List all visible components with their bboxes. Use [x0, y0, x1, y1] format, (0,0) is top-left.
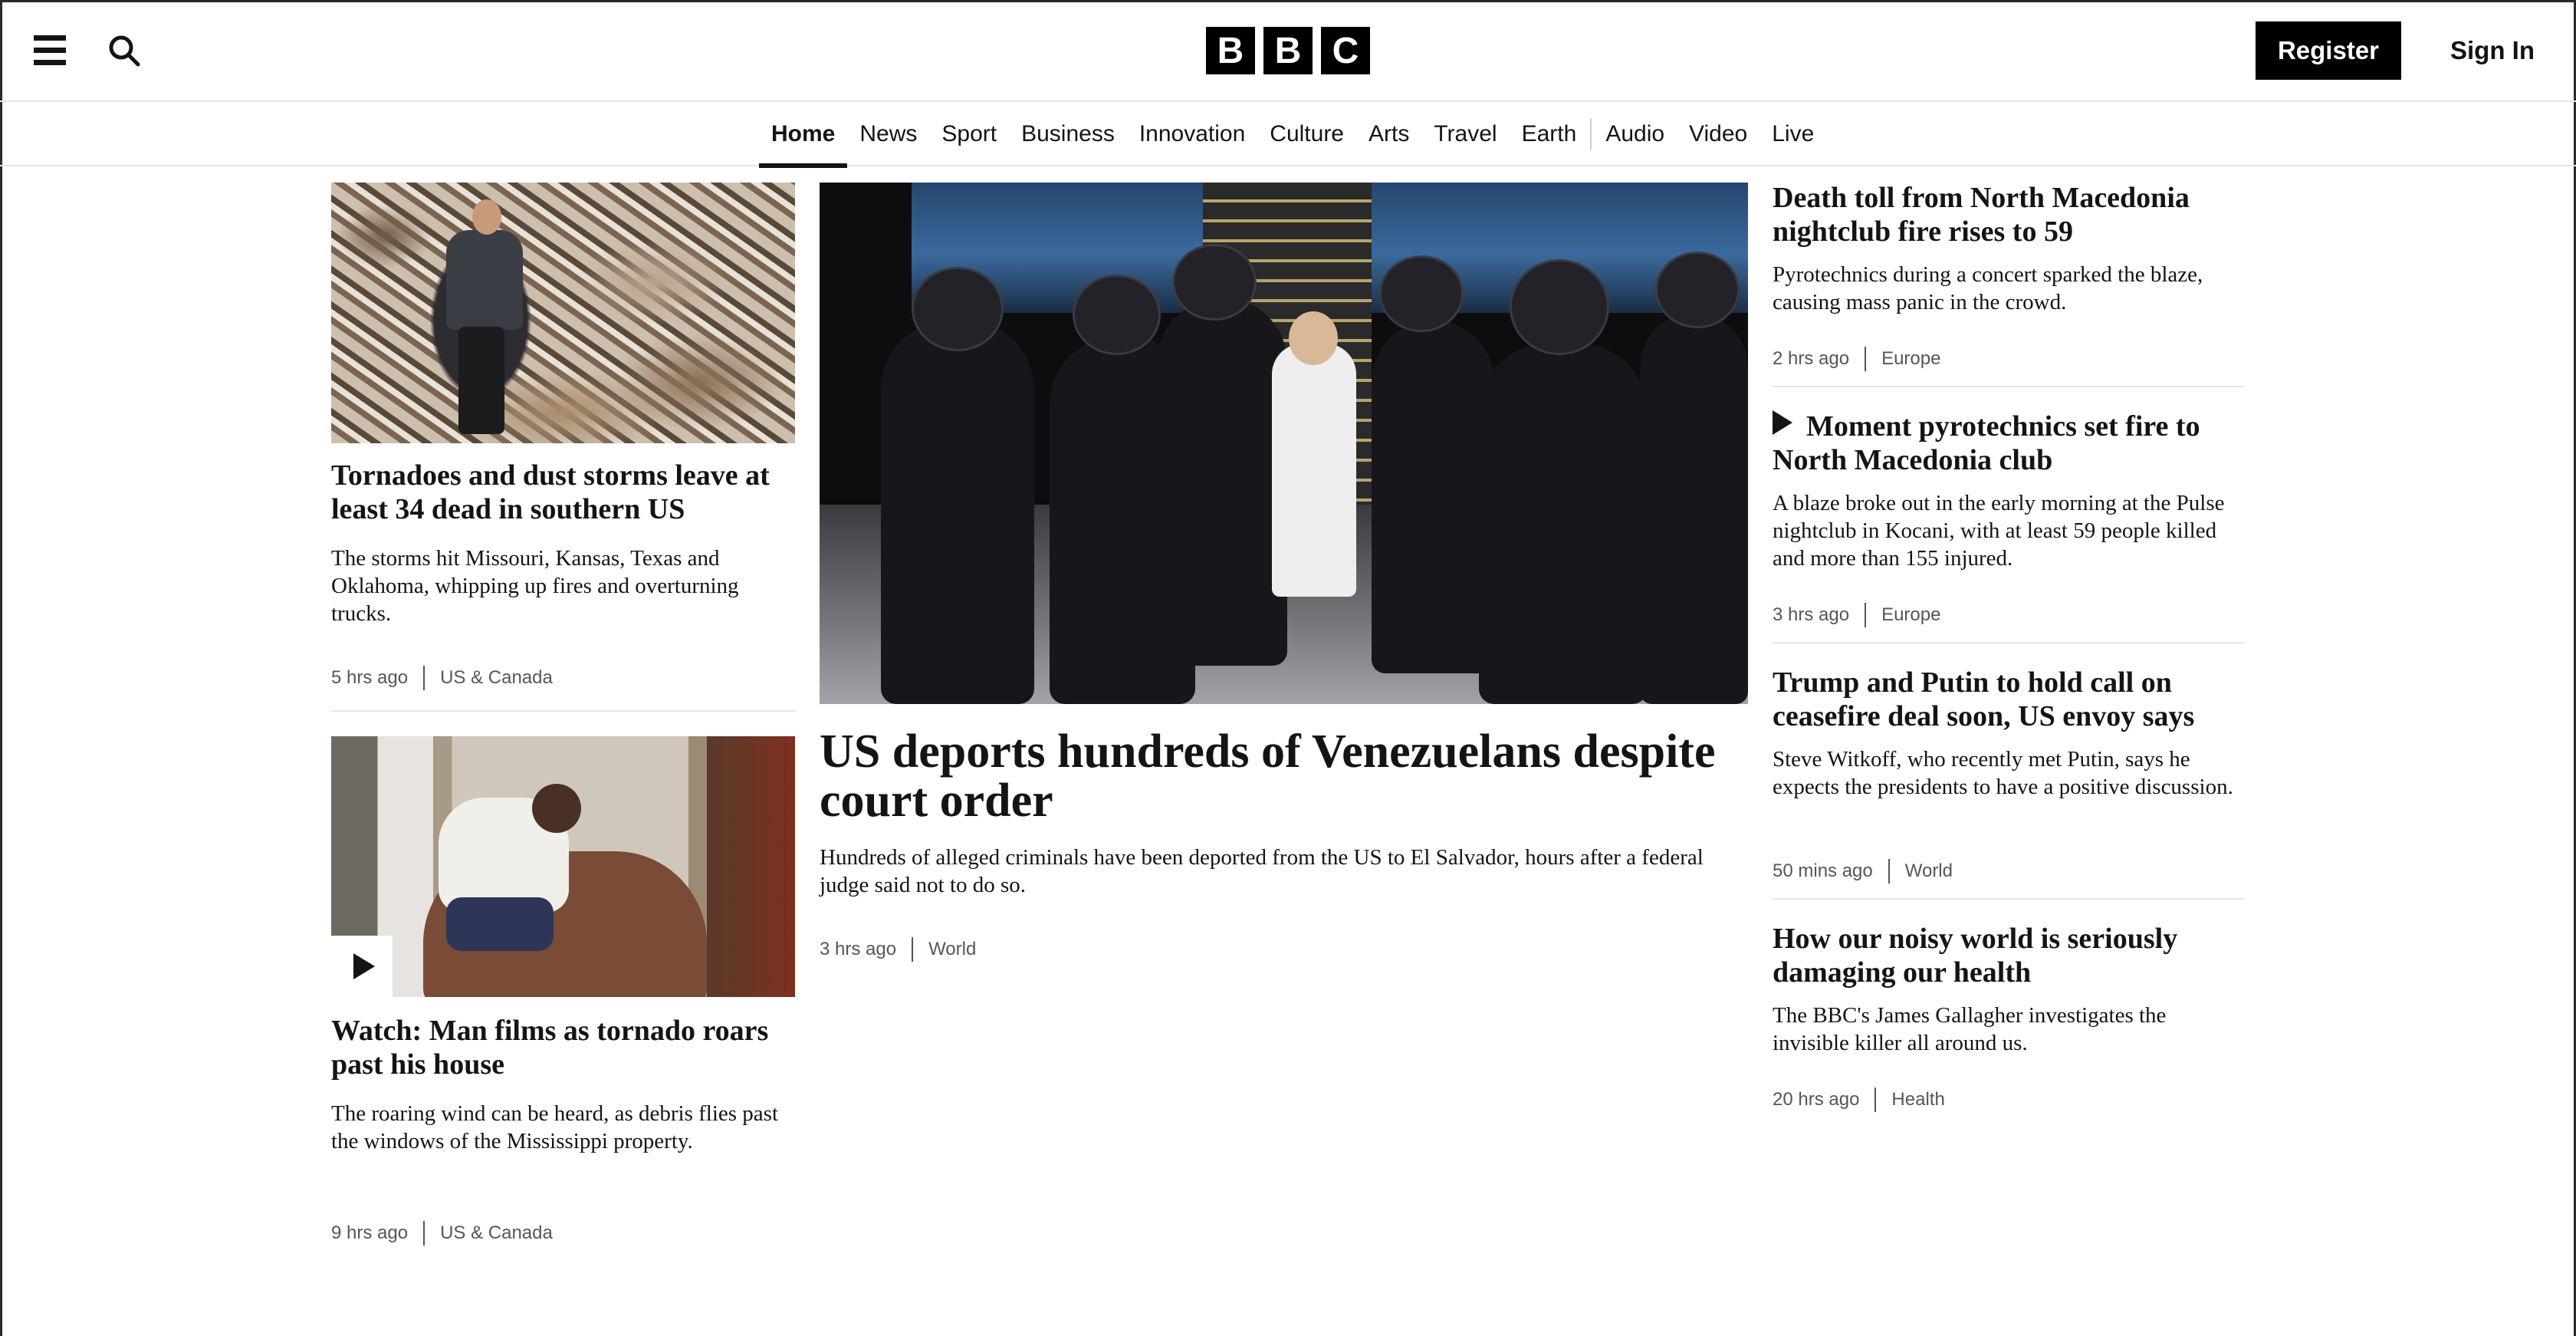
story-timestamp: 3 hrs ago — [820, 939, 897, 959]
story-timestamp: 50 mins ago — [1773, 861, 1873, 881]
story-headline-trump-putin[interactable]: Trump and Putin to hold call on ceasefir… — [1773, 666, 2248, 733]
officer-helmet — [912, 267, 1004, 351]
tornado-damage-image[interactable] — [331, 183, 795, 443]
nav-list: Home News Sport Business Innovation Cult… — [759, 102, 1826, 168]
prisoner-head — [1289, 311, 1338, 365]
story-meta-tornadoes: 5 hrs ago US & Canada — [331, 666, 553, 690]
story-divider — [1773, 642, 2245, 643]
nav-item-arts[interactable]: Arts — [1356, 102, 1421, 166]
prisoner-figure — [1272, 344, 1356, 597]
story-summary-trump-putin: Steve Witkoff, who recently met Putin, s… — [1773, 747, 2233, 799]
story-summary-tornadoes: The storms hit Missouri, Kansas, Texas a… — [331, 546, 739, 626]
main-story-meta: 3 hrs ago World — [820, 937, 976, 962]
person-figure — [446, 230, 523, 330]
nav-item-video[interactable]: Video — [1677, 102, 1760, 166]
story-divider — [1773, 898, 2245, 900]
nav-item-earth[interactable]: Earth — [1510, 102, 1589, 166]
logo-letter: B — [1206, 27, 1255, 74]
nav-item-business[interactable]: Business — [1009, 102, 1127, 166]
nav-item-sport[interactable]: Sport — [929, 102, 1009, 166]
nav-divider — [1590, 118, 1592, 150]
nav-item-innovation[interactable]: Innovation — [1127, 102, 1257, 166]
story-headline-man-films[interactable]: Watch: Man films as tornado roars past h… — [331, 1014, 799, 1081]
main-story-summary: Hundreds of alleged criminals have been … — [820, 845, 1704, 897]
sign-in-link[interactable]: Sign In — [2450, 21, 2535, 80]
officer-helmet — [1379, 255, 1464, 332]
story-meta-trump-putin: 50 mins ago World — [1773, 859, 1953, 884]
person-head — [472, 199, 501, 235]
story-category-link[interactable]: US & Canada — [440, 667, 553, 689]
story-divider — [331, 710, 796, 712]
meta-separator — [423, 1221, 426, 1246]
story-category-link[interactable]: Health — [1891, 1089, 1944, 1111]
meta-separator — [1875, 1088, 1877, 1112]
story-summary-pyrotechnics: A blaze broke out in the early morning a… — [1773, 491, 2225, 571]
deportation-main-image[interactable] — [820, 183, 1748, 704]
meta-separator — [423, 666, 426, 690]
nav-item-live[interactable]: Live — [1760, 102, 1826, 166]
nav-item-travel[interactable]: Travel — [1421, 102, 1509, 166]
main-story-headline[interactable]: US deports hundreds of Venezuelans despi… — [820, 727, 1751, 825]
meta-separator — [912, 937, 914, 962]
man-head-shape — [532, 784, 581, 833]
hamburger-menu-icon[interactable] — [34, 35, 66, 66]
nav-item-culture[interactable]: Culture — [1257, 102, 1356, 166]
story-timestamp: 20 hrs ago — [1773, 1089, 1860, 1110]
nav-item-home[interactable]: Home — [759, 102, 848, 168]
story-category-link[interactable]: Europe — [1881, 604, 1940, 626]
tornado-video-thumbnail[interactable] — [331, 736, 795, 997]
story-timestamp: 3 hrs ago — [1773, 604, 1850, 625]
story-summary-man-films: The roaring wind can be heard, as debris… — [331, 1101, 779, 1153]
story-category-link[interactable]: World — [928, 939, 976, 960]
person-legs — [458, 327, 504, 434]
officer-figure — [1157, 298, 1287, 666]
officer-helmet — [1655, 252, 1740, 328]
bbc-logo[interactable]: B B C — [1206, 27, 1370, 74]
story-summary-nightclub-fire: Pyrotechnics during a concert sparked th… — [1773, 262, 2203, 314]
story-timestamp: 2 hrs ago — [1773, 348, 1850, 369]
play-icon[interactable] — [331, 936, 393, 997]
officer-figure — [1640, 313, 1748, 704]
nav-item-news[interactable]: News — [847, 102, 929, 166]
story-meta-man-films: 9 hrs ago US & Canada — [331, 1221, 553, 1246]
story-category-link[interactable]: US & Canada — [440, 1222, 553, 1244]
meta-separator — [1865, 347, 1867, 371]
headline-text: Moment pyrotechnics set fire to North Ma… — [1773, 410, 2200, 476]
man-shorts-shape — [446, 897, 554, 951]
officer-helmet — [1510, 259, 1609, 355]
story-timestamp: 9 hrs ago — [331, 1222, 409, 1243]
officer-helmet — [1073, 275, 1161, 355]
meta-separator — [1888, 859, 1890, 884]
story-meta-nightclub-fire: 2 hrs ago Europe — [1773, 347, 1940, 371]
story-category-link[interactable]: Europe — [1881, 348, 1940, 370]
play-icon — [1773, 410, 1792, 435]
register-button[interactable]: Register — [2256, 21, 2401, 80]
story-category-link[interactable]: World — [1905, 861, 1953, 882]
search-icon[interactable] — [107, 34, 141, 67]
main-navigation: Home News Sport Business Innovation Cult… — [0, 102, 2576, 168]
site-header: B B C Register Sign In — [0, 0, 2576, 102]
logo-letter: C — [1321, 27, 1370, 74]
story-headline-noisy-world[interactable]: How our noisy world is seriously damagin… — [1773, 922, 2248, 989]
story-meta-pyrotechnics: 3 hrs ago Europe — [1773, 603, 1940, 627]
story-headline-nightclub-fire[interactable]: Death toll from North Macedonia nightclu… — [1773, 181, 2248, 248]
officer-helmet — [1172, 244, 1257, 321]
officer-figure — [1479, 344, 1648, 704]
logo-letter: B — [1263, 27, 1313, 74]
meta-separator — [1865, 603, 1867, 627]
story-headline-pyrotechnics[interactable]: Moment pyrotechnics set fire to North Ma… — [1773, 410, 2248, 477]
story-meta-noisy-world: 20 hrs ago Health — [1773, 1088, 1945, 1112]
story-divider — [1773, 386, 2245, 387]
nav-item-audio[interactable]: Audio — [1593, 102, 1677, 166]
story-timestamp: 5 hrs ago — [331, 667, 409, 688]
officer-figure — [881, 321, 1034, 704]
story-headline-tornadoes[interactable]: Tornadoes and dust storms leave at least… — [331, 459, 799, 526]
officer-figure — [1372, 321, 1494, 673]
story-summary-noisy-world: The BBC's James Gallagher investigates t… — [1773, 1003, 2167, 1055]
